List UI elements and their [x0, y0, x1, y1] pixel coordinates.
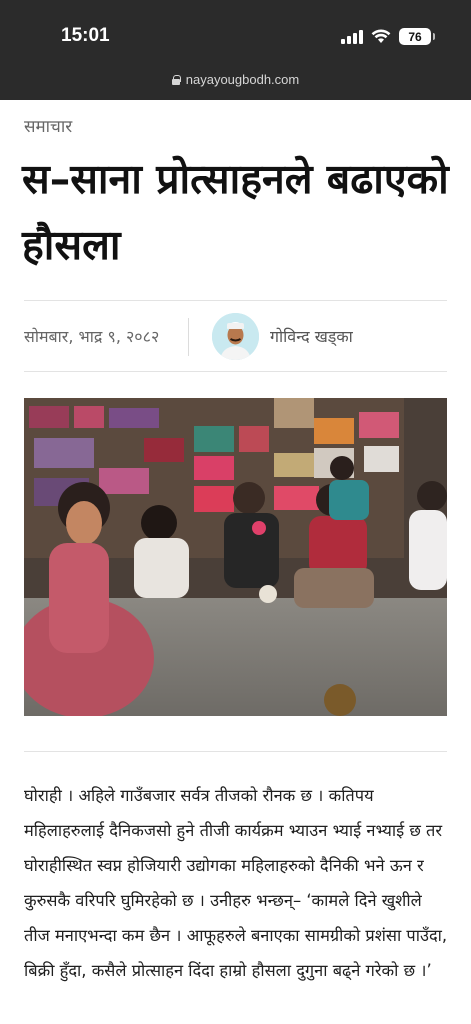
url-bar[interactable]: nayayougbodh.com	[0, 72, 471, 87]
article-title: स–साना प्रोत्साहनले बढाएको हौसला	[22, 155, 449, 269]
battery-level: 76	[408, 29, 422, 44]
url-text: nayayougbodh.com	[185, 72, 300, 87]
article-category[interactable]: समाचार	[24, 114, 72, 137]
status-time: 15:01	[61, 25, 110, 46]
article-author[interactable]: गोविन्द खड्का	[270, 325, 353, 347]
wifi-icon	[371, 29, 391, 43]
status-icons: 76	[341, 28, 435, 45]
divider	[24, 300, 447, 301]
top-bar: 15:01 76 nayayougbodh.com	[0, 0, 471, 100]
article-body: घोराही । अहिले गाउँबजार सर्वत्र तीजको रौ…	[24, 786, 448, 980]
author-avatar[interactable]	[212, 313, 259, 360]
lock-icon	[171, 74, 181, 85]
article-date: सोमबार, भाद्र ९, २०८२	[24, 327, 160, 346]
article-photo	[24, 398, 447, 716]
battery-icon: 76	[399, 28, 435, 45]
divider	[24, 751, 447, 752]
meta-divider	[188, 318, 189, 356]
signal-icon	[341, 29, 363, 44]
divider	[24, 371, 447, 372]
